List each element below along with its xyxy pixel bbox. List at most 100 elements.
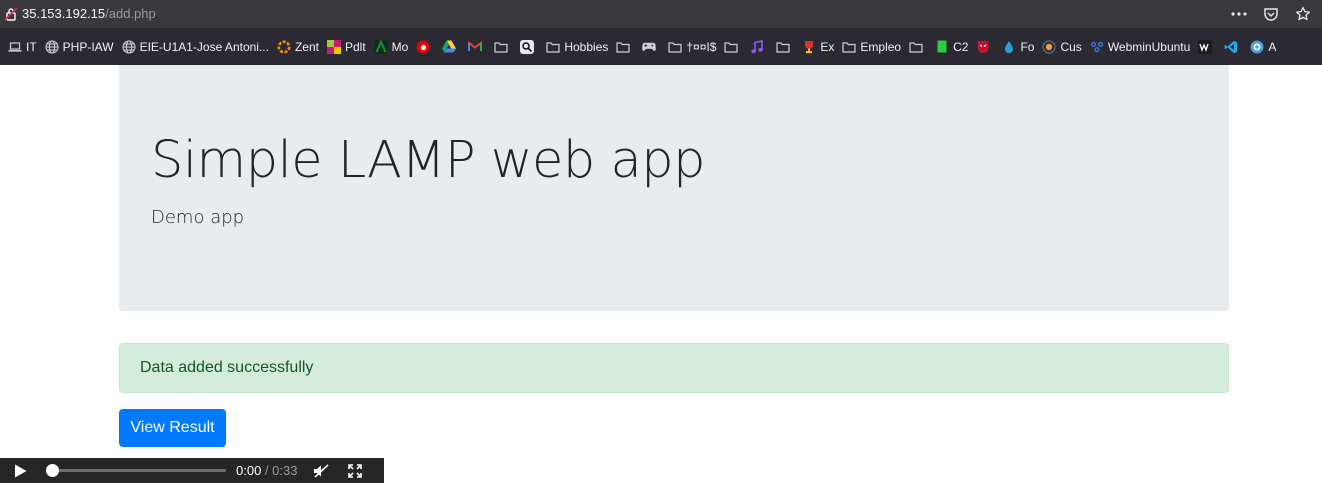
page-subtitle: Demo app bbox=[151, 207, 245, 228]
bookmark-label: PHP-IAW bbox=[62, 39, 114, 54]
bookmark-item[interactable] bbox=[746, 34, 772, 60]
bookmark-label: †¤¤I$ bbox=[686, 39, 717, 54]
folder-icon bbox=[842, 40, 857, 54]
current-time: 0:00 bbox=[236, 463, 262, 478]
webmin-icon bbox=[1090, 40, 1104, 54]
bookmark-item[interactable]: C2 bbox=[931, 34, 972, 60]
bookmark-label: Cus bbox=[1060, 39, 1082, 54]
bookmark-item[interactable]: PHP-IAW bbox=[41, 34, 118, 60]
bookmark-item[interactable] bbox=[720, 34, 746, 60]
bookmark-item[interactable]: Pdlt bbox=[323, 34, 370, 60]
folder-icon bbox=[616, 40, 630, 54]
bookmark-item[interactable]: Hobbies bbox=[542, 34, 612, 60]
bookmark-item[interactable] bbox=[638, 34, 664, 60]
bookmark-item[interactable] bbox=[1220, 34, 1246, 60]
folder-icon bbox=[668, 40, 682, 54]
view-result-label: View Result bbox=[130, 419, 215, 436]
moodle-icon bbox=[373, 39, 388, 54]
circle-o-icon bbox=[1250, 40, 1264, 54]
browser-url-bar[interactable]: 35.153.192.15/add.php bbox=[0, 0, 1322, 28]
cus-icon bbox=[1042, 39, 1057, 54]
fullscreen-icon[interactable] bbox=[345, 461, 365, 481]
trophy-icon bbox=[802, 40, 816, 54]
time-separator: / bbox=[261, 463, 273, 478]
bookmark-item[interactable]: Ex bbox=[798, 34, 838, 60]
folder-icon bbox=[724, 40, 739, 54]
bookmark-label: Fo bbox=[1020, 39, 1035, 54]
jumbotron: Simple LAMP web app Demo app bbox=[119, 65, 1229, 311]
bookmark-item[interactable]: Empleo bbox=[838, 34, 905, 60]
vscode-icon bbox=[1224, 40, 1238, 54]
folder-icon bbox=[494, 40, 508, 54]
laptop-icon bbox=[8, 40, 22, 54]
progress-slider[interactable] bbox=[46, 464, 226, 477]
bookmark-label: Pdlt bbox=[344, 39, 366, 54]
bookmark-item[interactable]: Cus bbox=[1038, 34, 1085, 60]
bookmark-item[interactable] bbox=[772, 34, 798, 60]
bookmark-item[interactable] bbox=[612, 34, 638, 60]
time-display: 0:00 / 0:33 bbox=[236, 463, 297, 478]
url-host: 35.153.192.15 bbox=[22, 6, 106, 21]
bookmark-item[interactable]: †¤¤I$ bbox=[664, 34, 720, 60]
bookmark-label: A bbox=[1268, 39, 1277, 54]
play-icon[interactable] bbox=[14, 464, 40, 478]
bookmark-label: WebminUbuntu bbox=[1107, 39, 1191, 54]
green-square-icon bbox=[935, 40, 949, 54]
bookmark-item[interactable]: IT bbox=[4, 34, 41, 60]
pocket-icon[interactable] bbox=[1262, 5, 1280, 23]
bookmark-label: Mo bbox=[391, 39, 409, 54]
success-alert: Data added successfully bbox=[119, 343, 1229, 393]
globe-icon bbox=[122, 39, 136, 54]
folder-icon bbox=[776, 40, 791, 54]
vodafone-icon bbox=[416, 40, 430, 54]
globe-icon bbox=[45, 39, 59, 54]
bookmarks-toolbar: IT PHP-IAW EIE-U1A1-Jose Antoni... Zent Pdlt… bbox=[0, 28, 1322, 65]
magnifier-icon bbox=[520, 39, 535, 54]
bookmark-item[interactable]: Mo bbox=[370, 34, 413, 60]
google-drive-icon bbox=[442, 40, 457, 54]
bookmark-item[interactable] bbox=[972, 34, 998, 60]
folder-icon bbox=[546, 40, 560, 54]
page-title: Simple LAMP web app bbox=[151, 131, 705, 190]
gamepad-icon bbox=[642, 40, 657, 54]
alert-message: Data added successfully bbox=[140, 359, 314, 376]
url-path: /add.php bbox=[105, 6, 156, 21]
bookmark-label: C2 bbox=[953, 39, 969, 54]
bookmark-item[interactable]: Zent bbox=[273, 34, 323, 60]
bookmark-item[interactable]: A bbox=[1246, 34, 1280, 60]
view-result-button[interactable]: View Result bbox=[119, 409, 226, 447]
url-bar-actions bbox=[1230, 0, 1312, 28]
bookmark-item[interactable]: EIE-U1A1-Jose Antoni... bbox=[118, 34, 273, 60]
page-content: Simple LAMP web app Demo app Data added … bbox=[0, 65, 1322, 483]
water-drop-icon bbox=[1002, 40, 1016, 54]
folder-icon bbox=[909, 40, 923, 54]
bookmark-item[interactable] bbox=[905, 34, 931, 60]
bookmark-item[interactable] bbox=[490, 34, 516, 60]
bookmark-item[interactable]: WebminUbuntu bbox=[1086, 34, 1195, 60]
w-icon bbox=[1198, 39, 1213, 54]
bookmark-item[interactable] bbox=[412, 34, 438, 60]
ellipsis-icon[interactable] bbox=[1230, 5, 1248, 23]
star-icon[interactable] bbox=[1294, 5, 1312, 23]
insecure-connection-icon[interactable] bbox=[0, 0, 22, 28]
bookmark-label: Ex bbox=[820, 39, 835, 54]
bookmark-label: IT bbox=[26, 39, 37, 54]
progress-thumb[interactable] bbox=[46, 464, 59, 477]
bookmark-item[interactable] bbox=[1194, 34, 1220, 60]
bookmark-item[interactable] bbox=[516, 34, 542, 60]
mute-icon[interactable] bbox=[311, 461, 331, 481]
bookmark-label: EIE-U1A1-Jose Antoni... bbox=[139, 39, 269, 54]
pdlt-icon bbox=[326, 39, 341, 54]
shield-mask-icon bbox=[976, 40, 990, 54]
url-text[interactable]: 35.153.192.15/add.php bbox=[22, 0, 156, 28]
bookmark-item[interactable]: Fo bbox=[998, 34, 1038, 60]
gmail-icon bbox=[468, 40, 483, 54]
bookmark-label: Hobbies bbox=[564, 39, 609, 54]
bookmark-label: Zent bbox=[294, 39, 319, 54]
zent-icon bbox=[277, 40, 291, 54]
video-player-controls: 0:00 / 0:33 bbox=[0, 458, 384, 483]
music-note-icon bbox=[750, 39, 764, 54]
bookmark-item[interactable] bbox=[438, 34, 464, 60]
duration: 0:33 bbox=[272, 463, 298, 478]
bookmark-item[interactable] bbox=[464, 34, 490, 60]
